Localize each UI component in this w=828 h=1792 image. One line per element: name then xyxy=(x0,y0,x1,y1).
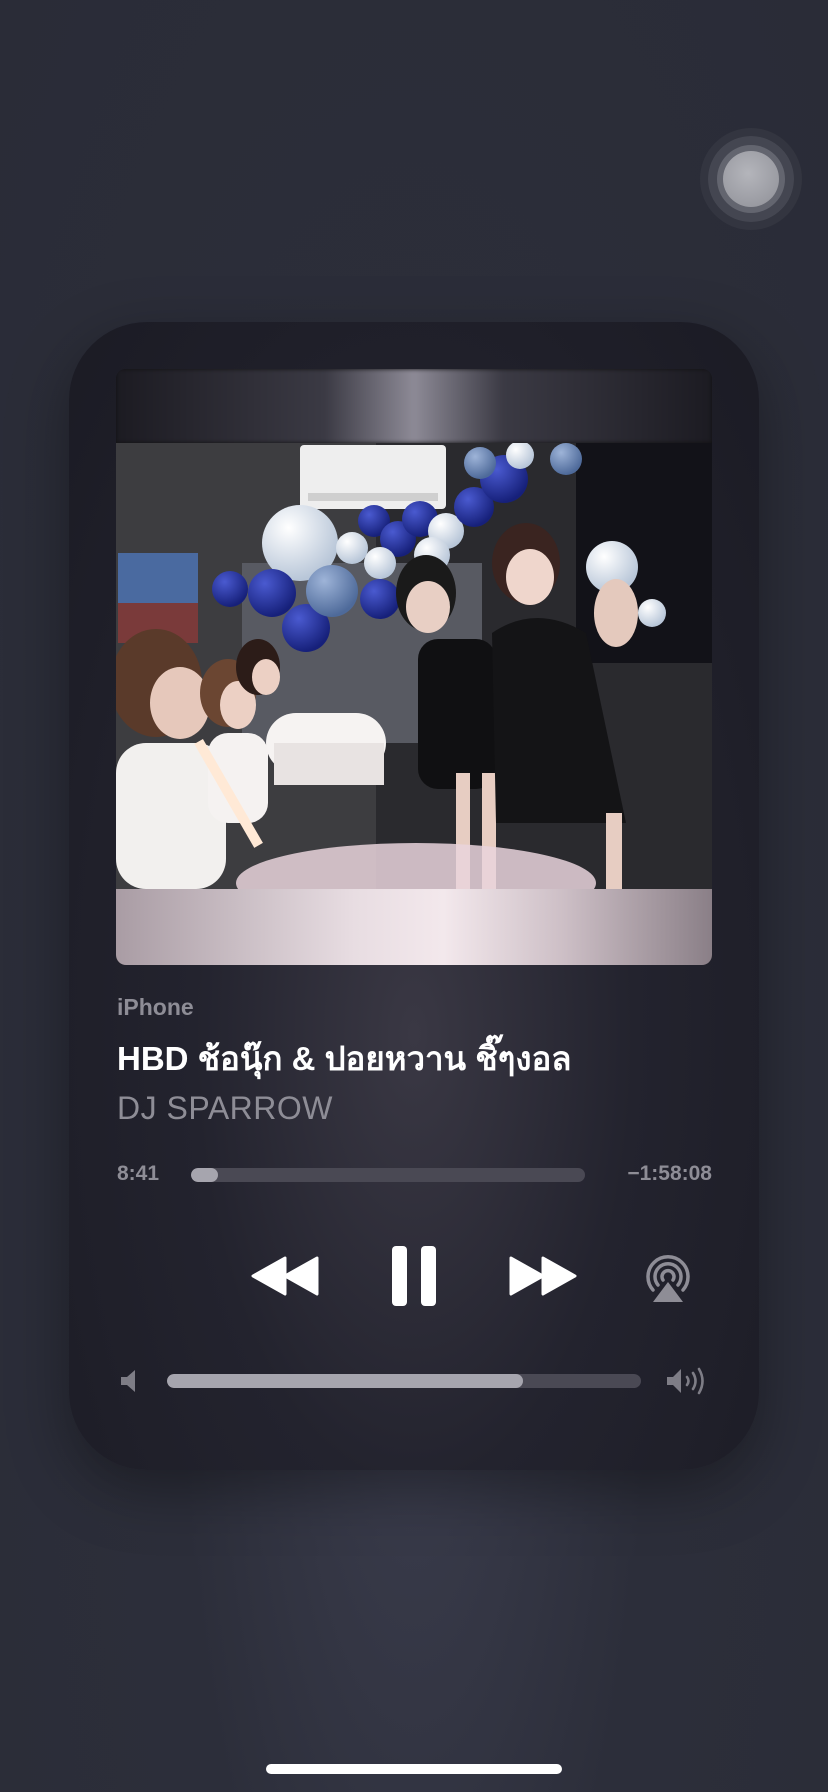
elapsed-time: 8:41 xyxy=(117,1162,160,1185)
playback-scrubber[interactable] xyxy=(191,1168,585,1182)
assistive-touch-core xyxy=(723,151,779,207)
artwork-blur-top xyxy=(116,369,712,443)
fast-forward-icon[interactable] xyxy=(509,1254,577,1298)
speaker-low-icon xyxy=(121,1370,135,1392)
pause-icon[interactable] xyxy=(390,1244,438,1308)
track-artist: DJ SPARROW xyxy=(117,1090,333,1126)
album-artwork xyxy=(116,369,712,965)
artwork-blur-bottom xyxy=(116,889,712,965)
speaker-high-icon xyxy=(667,1367,704,1395)
remaining-time: −1:58:08 xyxy=(627,1162,712,1185)
artwork-photo xyxy=(116,443,712,889)
volume-slider[interactable] xyxy=(167,1374,641,1388)
volume-level-fill xyxy=(167,1374,523,1388)
output-source-label: iPhone xyxy=(117,994,194,1020)
rewind-icon[interactable] xyxy=(251,1254,319,1298)
track-title: HBD ช้อนุ๊ก & ปอยหวาน ชิ๊ๆงอล xyxy=(117,1040,572,1077)
airplay-audio-icon[interactable] xyxy=(641,1250,695,1304)
now-playing-card: iPhone HBD ช้อนุ๊ก & ปอยหวาน ชิ๊ๆงอล DJ … xyxy=(69,322,759,1470)
playback-progress-fill xyxy=(191,1168,218,1182)
assistive-touch-button[interactable] xyxy=(708,136,794,222)
home-indicator[interactable] xyxy=(266,1764,562,1774)
